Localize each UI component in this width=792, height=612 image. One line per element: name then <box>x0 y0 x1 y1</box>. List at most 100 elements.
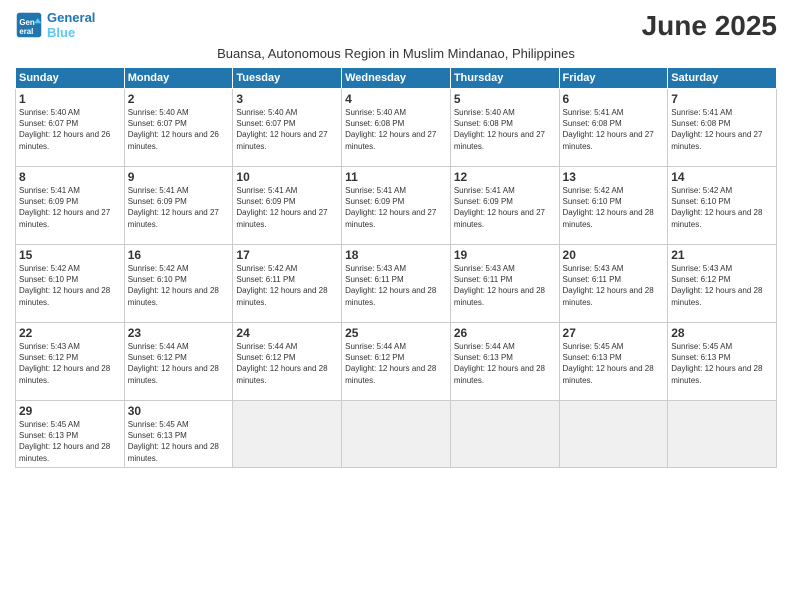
day-info: Sunrise: 5:43 AMSunset: 6:11 PMDaylight:… <box>454 263 556 308</box>
calendar-cell: 5Sunrise: 5:40 AMSunset: 6:08 PMDaylight… <box>450 89 559 167</box>
calendar-header-row: SundayMondayTuesdayWednesdayThursdayFrid… <box>16 68 777 89</box>
calendar-cell: 13Sunrise: 5:42 AMSunset: 6:10 PMDayligh… <box>559 167 668 245</box>
calendar-cell: 21Sunrise: 5:43 AMSunset: 6:12 PMDayligh… <box>668 245 777 323</box>
calendar-cell: 2Sunrise: 5:40 AMSunset: 6:07 PMDaylight… <box>124 89 233 167</box>
calendar-cell: 22Sunrise: 5:43 AMSunset: 6:12 PMDayligh… <box>16 323 125 401</box>
day-info: Sunrise: 5:41 AMSunset: 6:09 PMDaylight:… <box>236 185 338 230</box>
day-info: Sunrise: 5:41 AMSunset: 6:09 PMDaylight:… <box>128 185 230 230</box>
day-number: 23 <box>128 326 230 340</box>
day-info: Sunrise: 5:42 AMSunset: 6:10 PMDaylight:… <box>19 263 121 308</box>
day-info: Sunrise: 5:40 AMSunset: 6:07 PMDaylight:… <box>128 107 230 152</box>
calendar-page: Gen eral General Blue June 2025 Buansa, … <box>0 0 792 612</box>
subtitle: Buansa, Autonomous Region in Muslim Mind… <box>15 46 777 61</box>
calendar-cell <box>342 401 451 468</box>
calendar-cell: 16Sunrise: 5:42 AMSunset: 6:10 PMDayligh… <box>124 245 233 323</box>
calendar-body: 1Sunrise: 5:40 AMSunset: 6:07 PMDaylight… <box>16 89 777 468</box>
calendar-cell <box>450 401 559 468</box>
day-info: Sunrise: 5:45 AMSunset: 6:13 PMDaylight:… <box>19 419 121 464</box>
day-number: 25 <box>345 326 447 340</box>
calendar-cell: 18Sunrise: 5:43 AMSunset: 6:11 PMDayligh… <box>342 245 451 323</box>
calendar-cell: 30Sunrise: 5:45 AMSunset: 6:13 PMDayligh… <box>124 401 233 468</box>
day-info: Sunrise: 5:43 AMSunset: 6:12 PMDaylight:… <box>19 341 121 386</box>
day-header-friday: Friday <box>559 68 668 89</box>
calendar-cell: 6Sunrise: 5:41 AMSunset: 6:08 PMDaylight… <box>559 89 668 167</box>
day-header-thursday: Thursday <box>450 68 559 89</box>
day-number: 10 <box>236 170 338 184</box>
day-info: Sunrise: 5:43 AMSunset: 6:11 PMDaylight:… <box>345 263 447 308</box>
calendar-cell: 1Sunrise: 5:40 AMSunset: 6:07 PMDaylight… <box>16 89 125 167</box>
calendar-cell <box>233 401 342 468</box>
calendar-week-row: 1Sunrise: 5:40 AMSunset: 6:07 PMDaylight… <box>16 89 777 167</box>
calendar-cell: 19Sunrise: 5:43 AMSunset: 6:11 PMDayligh… <box>450 245 559 323</box>
day-number: 7 <box>671 92 773 106</box>
day-number: 17 <box>236 248 338 262</box>
day-header-sunday: Sunday <box>16 68 125 89</box>
day-info: Sunrise: 5:41 AMSunset: 6:08 PMDaylight:… <box>563 107 665 152</box>
day-info: Sunrise: 5:41 AMSunset: 6:09 PMDaylight:… <box>454 185 556 230</box>
day-header-wednesday: Wednesday <box>342 68 451 89</box>
day-info: Sunrise: 5:41 AMSunset: 6:08 PMDaylight:… <box>671 107 773 152</box>
day-number: 30 <box>128 404 230 418</box>
day-info: Sunrise: 5:44 AMSunset: 6:12 PMDaylight:… <box>236 341 338 386</box>
day-info: Sunrise: 5:45 AMSunset: 6:13 PMDaylight:… <box>563 341 665 386</box>
day-info: Sunrise: 5:43 AMSunset: 6:11 PMDaylight:… <box>563 263 665 308</box>
day-info: Sunrise: 5:44 AMSunset: 6:13 PMDaylight:… <box>454 341 556 386</box>
calendar-cell: 15Sunrise: 5:42 AMSunset: 6:10 PMDayligh… <box>16 245 125 323</box>
header: Gen eral General Blue June 2025 <box>15 10 777 42</box>
month-title: June 2025 <box>642 10 777 42</box>
calendar-cell: 26Sunrise: 5:44 AMSunset: 6:13 PMDayligh… <box>450 323 559 401</box>
day-info: Sunrise: 5:40 AMSunset: 6:07 PMDaylight:… <box>19 107 121 152</box>
day-header-monday: Monday <box>124 68 233 89</box>
day-info: Sunrise: 5:42 AMSunset: 6:10 PMDaylight:… <box>128 263 230 308</box>
calendar-cell: 8Sunrise: 5:41 AMSunset: 6:09 PMDaylight… <box>16 167 125 245</box>
day-number: 12 <box>454 170 556 184</box>
day-header-tuesday: Tuesday <box>233 68 342 89</box>
day-number: 13 <box>563 170 665 184</box>
day-info: Sunrise: 5:41 AMSunset: 6:09 PMDaylight:… <box>19 185 121 230</box>
calendar-cell: 12Sunrise: 5:41 AMSunset: 6:09 PMDayligh… <box>450 167 559 245</box>
calendar-cell: 3Sunrise: 5:40 AMSunset: 6:07 PMDaylight… <box>233 89 342 167</box>
day-info: Sunrise: 5:42 AMSunset: 6:10 PMDaylight:… <box>671 185 773 230</box>
day-number: 6 <box>563 92 665 106</box>
calendar-cell: 27Sunrise: 5:45 AMSunset: 6:13 PMDayligh… <box>559 323 668 401</box>
day-number: 24 <box>236 326 338 340</box>
calendar-cell <box>668 401 777 468</box>
calendar-cell: 17Sunrise: 5:42 AMSunset: 6:11 PMDayligh… <box>233 245 342 323</box>
day-info: Sunrise: 5:42 AMSunset: 6:10 PMDaylight:… <box>563 185 665 230</box>
svg-text:Gen: Gen <box>19 18 34 27</box>
calendar-cell: 24Sunrise: 5:44 AMSunset: 6:12 PMDayligh… <box>233 323 342 401</box>
day-number: 8 <box>19 170 121 184</box>
day-info: Sunrise: 5:40 AMSunset: 6:08 PMDaylight:… <box>345 107 447 152</box>
calendar-cell: 20Sunrise: 5:43 AMSunset: 6:11 PMDayligh… <box>559 245 668 323</box>
calendar-week-row: 29Sunrise: 5:45 AMSunset: 6:13 PMDayligh… <box>16 401 777 468</box>
calendar-cell: 25Sunrise: 5:44 AMSunset: 6:12 PMDayligh… <box>342 323 451 401</box>
day-number: 9 <box>128 170 230 184</box>
day-number: 1 <box>19 92 121 106</box>
calendar-week-row: 22Sunrise: 5:43 AMSunset: 6:12 PMDayligh… <box>16 323 777 401</box>
calendar-cell: 14Sunrise: 5:42 AMSunset: 6:10 PMDayligh… <box>668 167 777 245</box>
calendar-week-row: 8Sunrise: 5:41 AMSunset: 6:09 PMDaylight… <box>16 167 777 245</box>
day-number: 28 <box>671 326 773 340</box>
day-number: 5 <box>454 92 556 106</box>
day-info: Sunrise: 5:40 AMSunset: 6:07 PMDaylight:… <box>236 107 338 152</box>
calendar-cell: 10Sunrise: 5:41 AMSunset: 6:09 PMDayligh… <box>233 167 342 245</box>
logo: Gen eral General Blue <box>15 10 95 40</box>
day-info: Sunrise: 5:44 AMSunset: 6:12 PMDaylight:… <box>345 341 447 386</box>
day-number: 21 <box>671 248 773 262</box>
logo-text: General Blue <box>47 10 95 40</box>
day-info: Sunrise: 5:41 AMSunset: 6:09 PMDaylight:… <box>345 185 447 230</box>
day-number: 11 <box>345 170 447 184</box>
svg-text:eral: eral <box>19 27 33 36</box>
calendar-cell: 11Sunrise: 5:41 AMSunset: 6:09 PMDayligh… <box>342 167 451 245</box>
calendar-cell: 4Sunrise: 5:40 AMSunset: 6:08 PMDaylight… <box>342 89 451 167</box>
day-number: 16 <box>128 248 230 262</box>
day-number: 15 <box>19 248 121 262</box>
calendar-cell <box>559 401 668 468</box>
day-info: Sunrise: 5:45 AMSunset: 6:13 PMDaylight:… <box>671 341 773 386</box>
day-info: Sunrise: 5:44 AMSunset: 6:12 PMDaylight:… <box>128 341 230 386</box>
day-number: 4 <box>345 92 447 106</box>
day-info: Sunrise: 5:40 AMSunset: 6:08 PMDaylight:… <box>454 107 556 152</box>
calendar-table: SundayMondayTuesdayWednesdayThursdayFrid… <box>15 67 777 468</box>
calendar-cell: 29Sunrise: 5:45 AMSunset: 6:13 PMDayligh… <box>16 401 125 468</box>
calendar-cell: 9Sunrise: 5:41 AMSunset: 6:09 PMDaylight… <box>124 167 233 245</box>
